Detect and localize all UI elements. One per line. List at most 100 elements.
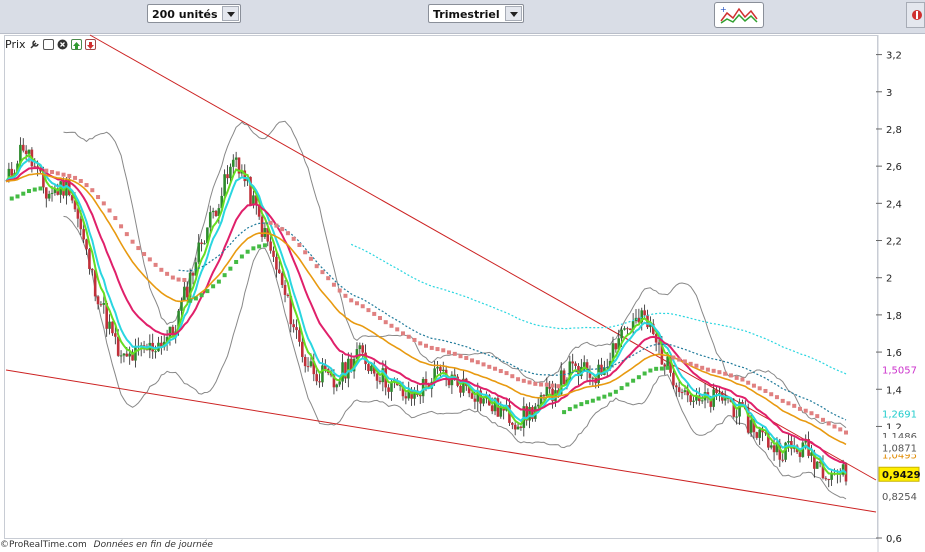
- sar-dot: [107, 208, 112, 213]
- candle: [298, 330, 301, 342]
- candle: [197, 242, 201, 263]
- candle: [370, 365, 373, 372]
- sar-dot: [464, 355, 469, 360]
- footer-note: Données en fin de journée: [93, 540, 213, 550]
- sar-dot: [188, 298, 193, 303]
- sar-dot: [153, 262, 158, 267]
- sar-dot: [55, 171, 60, 176]
- sar-dot: [119, 224, 124, 229]
- sar-dot: [820, 417, 825, 422]
- sar-dot: [487, 364, 492, 369]
- candle: [226, 174, 229, 179]
- candle: [128, 353, 131, 357]
- sar-dot: [429, 345, 434, 350]
- candle: [815, 461, 819, 469]
- candle: [280, 273, 284, 285]
- candle: [361, 345, 365, 353]
- sar-dot: [159, 267, 164, 272]
- sar-dot: [303, 250, 308, 255]
- sar-dot: [832, 424, 837, 429]
- sar-dot: [211, 284, 216, 289]
- sar-dot: [682, 359, 687, 364]
- sar-dot: [642, 371, 647, 376]
- candle: [574, 363, 577, 366]
- sar-dot: [539, 382, 544, 387]
- candle: [830, 473, 833, 480]
- candle: [473, 398, 477, 402]
- candle: [798, 452, 802, 457]
- sar-dot: [383, 320, 388, 325]
- candle: [50, 192, 54, 194]
- y-tick-label: 1,8: [886, 311, 902, 322]
- sar-dot: [9, 196, 14, 201]
- y-tick-label: 0,6: [886, 534, 902, 545]
- lower-trendline: [5, 369, 877, 513]
- candle: [347, 358, 350, 379]
- sar-dot: [493, 366, 498, 371]
- sar-dot: [441, 348, 446, 353]
- sar-dot: [746, 380, 751, 385]
- sar-dot: [354, 301, 359, 306]
- sar-dot: [705, 367, 710, 372]
- sar-dot: [585, 400, 590, 405]
- candle: [229, 166, 232, 179]
- y-tick-label: 2: [886, 274, 892, 285]
- candle: [21, 144, 25, 151]
- y-tick-label: 3,2: [886, 51, 902, 62]
- sar-dot: [654, 366, 659, 371]
- sar-dot: [377, 316, 382, 321]
- sar-dot: [274, 223, 279, 228]
- candle: [234, 157, 238, 160]
- sar-dot: [751, 383, 756, 388]
- sar-dot: [406, 334, 411, 339]
- sar-dot: [228, 266, 233, 271]
- sar-dot: [372, 311, 377, 316]
- sar-dot: [786, 401, 791, 406]
- y-tick-label: 1,4: [886, 385, 902, 396]
- candle: [404, 396, 408, 399]
- candle: [571, 361, 575, 364]
- sar-dot: [447, 350, 452, 355]
- sar-dot: [349, 298, 354, 303]
- sar-dot: [268, 220, 273, 225]
- candle: [208, 212, 212, 228]
- candle: [200, 242, 203, 245]
- candle: [827, 479, 831, 481]
- candle: [700, 400, 704, 402]
- sar-dot: [475, 360, 480, 365]
- sar-dot: [516, 377, 521, 382]
- candle: [295, 327, 298, 331]
- sar-dot: [251, 246, 256, 251]
- sar-dot: [504, 371, 509, 376]
- ema-20: [5, 167, 847, 465]
- sar-dot: [521, 378, 526, 383]
- sar-dot: [470, 358, 475, 363]
- candle: [674, 385, 678, 388]
- sar-dot: [533, 381, 538, 386]
- candle: [591, 377, 595, 379]
- ema-90-dotted: [350, 243, 847, 375]
- sar-dot: [498, 369, 503, 374]
- sar-dot: [142, 252, 147, 257]
- sar-dot: [44, 168, 49, 173]
- candle: [358, 345, 362, 350]
- price-label: 0,8254: [882, 492, 917, 503]
- price-label: 0,9429: [882, 470, 921, 481]
- sar-dot: [838, 427, 843, 432]
- candle: [303, 356, 307, 367]
- sar-dot: [320, 270, 325, 275]
- sar-dot: [613, 389, 618, 394]
- sar-dot: [711, 368, 716, 373]
- candle: [628, 328, 632, 331]
- candle: [275, 256, 278, 270]
- candle: [772, 445, 776, 453]
- sar-dot: [343, 293, 348, 298]
- candle: [683, 390, 687, 393]
- sar-dot: [32, 187, 37, 192]
- sar-dot: [717, 370, 722, 375]
- price-chart: 3,232,82,62,42,221,81,61,41,20,61,50571,…: [5, 34, 925, 552]
- candle: [111, 321, 114, 334]
- sar-dot: [90, 188, 95, 193]
- sar-dot: [809, 411, 814, 416]
- candle: [318, 381, 321, 383]
